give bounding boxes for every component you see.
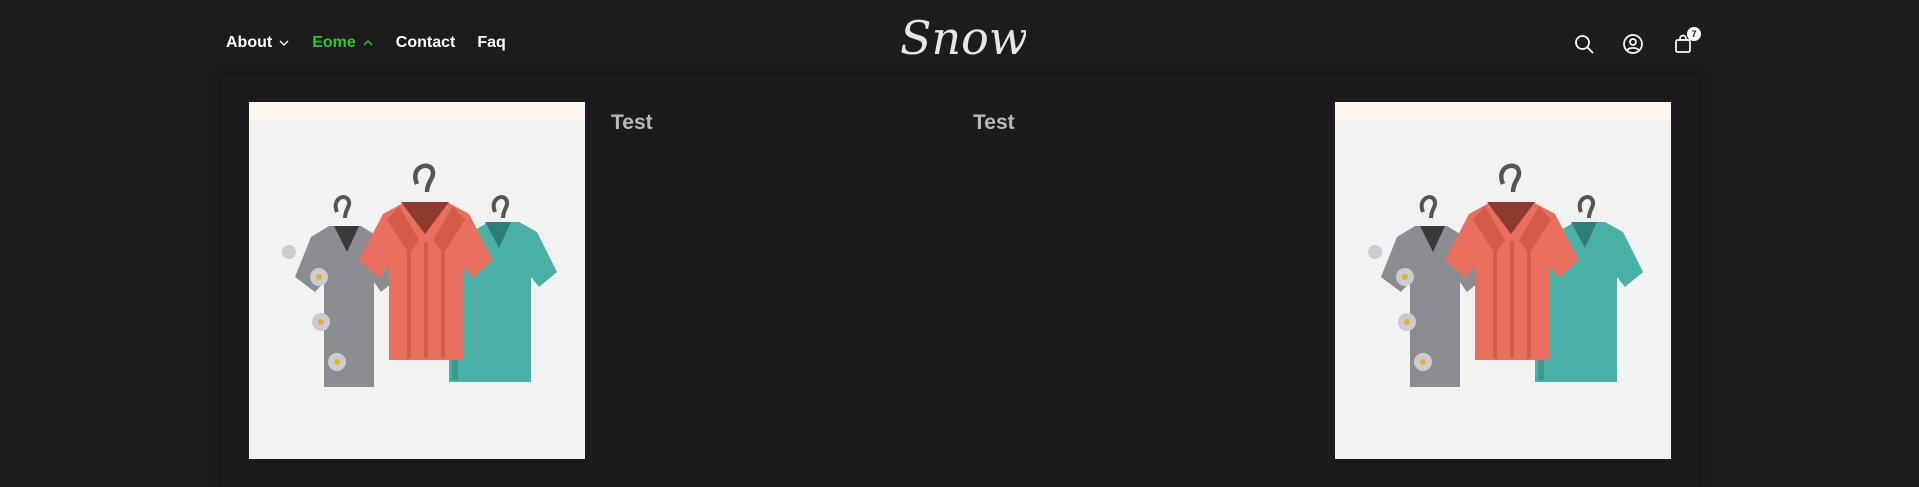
nav-item-label: Contact <box>395 34 456 51</box>
hanging-shirts-image <box>282 163 557 387</box>
svg-text:Snow: Snow <box>900 11 1026 65</box>
brand-logo[interactable]: Snow <box>896 8 1028 70</box>
main-nav: About Eome Contact Faq <box>226 34 506 52</box>
mega-menu-dropdown: Test Test <box>222 74 1698 487</box>
search-button[interactable] <box>1570 30 1598 58</box>
nav-item-faq[interactable]: Faq <box>477 34 505 52</box>
cart-count-badge: 7 <box>1687 27 1701 41</box>
nav-item-about[interactable]: About <box>226 34 290 52</box>
search-icon <box>1575 35 1594 54</box>
nav-item-label: About <box>226 34 273 51</box>
nav-item-label: Eome <box>312 34 356 51</box>
mega-menu-heading[interactable]: Test <box>611 111 653 135</box>
chevron-up-icon <box>363 40 373 46</box>
nav-item-contact[interactable]: Contact <box>396 34 456 52</box>
logo-image: Snow <box>900 11 1028 65</box>
nav-item-eome[interactable]: Eome <box>312 34 374 52</box>
header-icons: 7 <box>1570 27 1701 60</box>
product-image[interactable] <box>1335 102 1671 459</box>
chevron-down-icon <box>279 40 289 46</box>
mega-menu-heading[interactable]: Test <box>973 111 1015 135</box>
hanging-shirts-image <box>1368 163 1643 387</box>
nav-item-label: Faq <box>477 34 506 51</box>
user-circle-icon <box>1623 34 1643 54</box>
cart-button[interactable]: 7 <box>1669 27 1701 58</box>
account-button[interactable] <box>1619 30 1647 58</box>
product-image[interactable] <box>249 102 585 459</box>
